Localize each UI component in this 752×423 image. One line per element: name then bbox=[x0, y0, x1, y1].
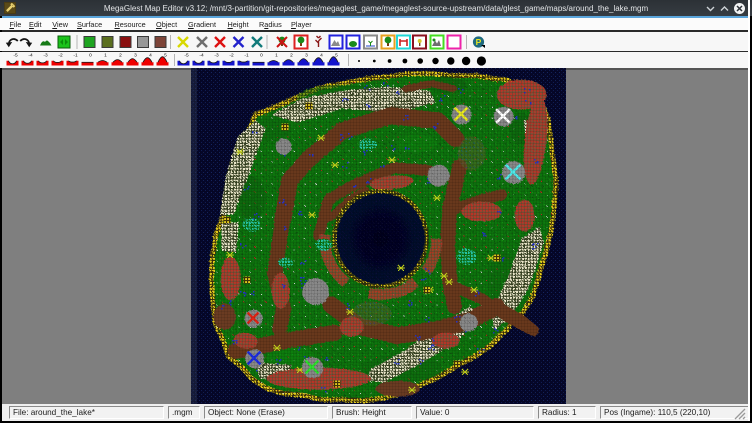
svg-text:4: 4 bbox=[149, 53, 152, 59]
svg-text:0: 0 bbox=[260, 53, 263, 59]
svg-text:P: P bbox=[476, 37, 482, 47]
svg-text:-5: -5 bbox=[13, 53, 18, 59]
svg-text:-3: -3 bbox=[43, 53, 48, 59]
svg-text:-4: -4 bbox=[28, 53, 33, 59]
svg-text:0: 0 bbox=[89, 53, 92, 59]
svg-text:2: 2 bbox=[119, 53, 122, 59]
svg-text:-3: -3 bbox=[214, 53, 219, 59]
svg-text:3: 3 bbox=[134, 53, 137, 59]
svg-text:-1: -1 bbox=[73, 53, 78, 59]
svg-text:2: 2 bbox=[290, 53, 293, 59]
svg-text:4: 4 bbox=[320, 53, 323, 59]
svg-text:-2: -2 bbox=[229, 53, 234, 59]
svg-text:-4: -4 bbox=[199, 53, 204, 59]
svg-text:-5: -5 bbox=[184, 53, 189, 59]
svg-text:1: 1 bbox=[275, 53, 278, 59]
svg-text:-1: -1 bbox=[244, 53, 249, 59]
svg-text:1: 1 bbox=[104, 53, 107, 59]
svg-text:-2: -2 bbox=[58, 53, 63, 59]
svg-text:3: 3 bbox=[305, 53, 308, 59]
